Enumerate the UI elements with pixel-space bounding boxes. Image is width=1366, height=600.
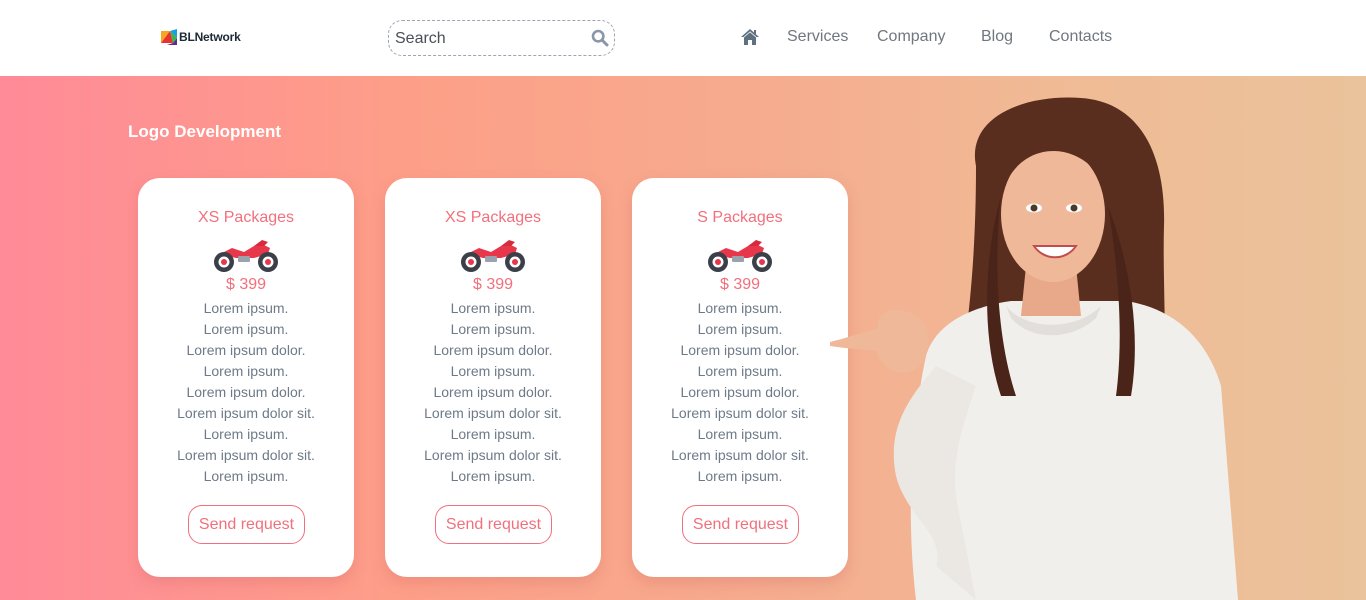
feature-list: Lorem ipsum. Lorem ipsum. Lorem ipsum do…: [632, 298, 848, 487]
feature-list: Lorem ipsum. Lorem ipsum. Lorem ipsum do…: [385, 298, 601, 487]
feature-item: Lorem ipsum.: [450, 321, 536, 337]
hero-person-image: [830, 97, 1238, 600]
home-icon[interactable]: [740, 28, 760, 46]
feature-item: Lorem ipsum dolor.: [186, 384, 306, 400]
motorcycle-icon: [708, 240, 772, 272]
feature-item: Lorem ipsum dolor sit.: [177, 405, 315, 421]
feature-item: Lorem ipsum.: [203, 300, 289, 316]
feature-item: Lorem ipsum dolor sit.: [424, 447, 562, 463]
package-title: XS Packages: [444, 209, 542, 226]
feature-item: Lorem ipsum.: [697, 300, 783, 316]
feature-item: Lorem ipsum.: [450, 426, 536, 442]
package-title: XS Packages: [197, 209, 295, 226]
motorcycle-icon: [461, 240, 525, 272]
motorcycle-icon: [214, 240, 278, 272]
feature-list: Lorem ipsum. Lorem ipsum. Lorem ipsum do…: [138, 298, 354, 487]
feature-item: Lorem ipsum.: [203, 363, 289, 379]
feature-item: Lorem ipsum.: [697, 468, 783, 484]
feature-item: Lorem ipsum dolor.: [680, 342, 800, 358]
feature-item: Lorem ipsum dolor sit.: [671, 405, 809, 421]
search-input[interactable]: [395, 28, 585, 50]
feature-item: Lorem ipsum.: [697, 426, 783, 442]
send-request-button[interactable]: Send request: [682, 505, 799, 544]
package-price: $ 399: [225, 276, 267, 293]
logo-text: BLNetwork: [179, 30, 241, 44]
hero-section: Logo Development XS Packages $ 399 Lorem…: [0, 76, 1366, 600]
section-title: Logo Development: [128, 122, 282, 141]
logo-mark-icon: [161, 29, 177, 45]
feature-item: Lorem ipsum dolor.: [433, 384, 553, 400]
package-card: XS Packages $ 399 Lorem ipsum. Lorem ips…: [385, 178, 601, 577]
feature-item: Lorem ipsum dolor sit.: [177, 447, 315, 463]
package-card: S Packages $ 399 Lorem ipsum. Lorem ipsu…: [632, 178, 848, 577]
feature-item: Lorem ipsum dolor.: [186, 342, 306, 358]
feature-item: Lorem ipsum.: [203, 468, 289, 484]
nav-blog[interactable]: Blog: [981, 28, 1013, 46]
feature-item: Lorem ipsum dolor.: [433, 342, 553, 358]
feature-item: Lorem ipsum.: [697, 321, 783, 337]
search-box: [388, 20, 615, 56]
package-price: $ 399: [472, 276, 514, 293]
feature-item: Lorem ipsum dolor.: [680, 384, 800, 400]
feature-item: Lorem ipsum dolor sit.: [424, 405, 562, 421]
package-title: S Packages: [697, 209, 783, 226]
feature-item: Lorem ipsum.: [450, 300, 536, 316]
package-price: $ 399: [719, 276, 761, 293]
package-card: XS Packages $ 399 Lorem ipsum. Lorem ips…: [138, 178, 354, 577]
feature-item: Lorem ipsum.: [450, 468, 536, 484]
nav-contacts[interactable]: Contacts: [1049, 28, 1112, 46]
send-request-button[interactable]: Send request: [435, 505, 552, 544]
site-header: BLNetwork Services Company Blog Contacts: [0, 0, 1366, 76]
feature-item: Lorem ipsum.: [697, 363, 783, 379]
feature-item: Lorem ipsum.: [450, 363, 536, 379]
nav-company[interactable]: Company: [877, 28, 945, 46]
send-request-button[interactable]: Send request: [188, 505, 305, 544]
feature-item: Lorem ipsum.: [203, 426, 289, 442]
feature-item: Lorem ipsum dolor sit.: [671, 447, 809, 463]
nav-services[interactable]: Services: [787, 28, 848, 46]
feature-item: Lorem ipsum.: [203, 321, 289, 337]
search-icon[interactable]: [591, 29, 609, 47]
brand-logo[interactable]: BLNetwork: [161, 29, 241, 45]
